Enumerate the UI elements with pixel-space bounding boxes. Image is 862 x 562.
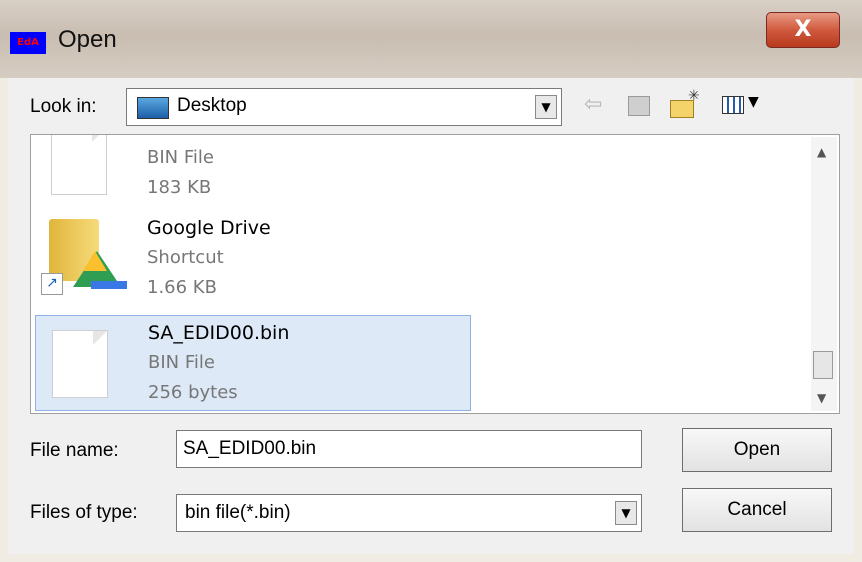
close-button[interactable]: X: [766, 12, 840, 48]
file-icon: [51, 135, 107, 195]
list-item-selected[interactable]: SA_EDID00.bin BIN File 256 bytes: [35, 315, 471, 411]
file-type: BIN File: [148, 352, 215, 373]
file-type: BIN File: [147, 147, 214, 168]
scroll-up-icon[interactable]: ▲: [817, 145, 826, 159]
view-menu-icon[interactable]: ▼: [722, 92, 770, 120]
new-folder-icon[interactable]: ✳: [670, 88, 700, 120]
file-list[interactable]: BIN File 183 KB ↗ Google Drive Shortcut …: [30, 134, 840, 414]
list-item[interactable]: BIN File 183 KB: [35, 135, 471, 203]
google-drive-icon-yellow: [83, 251, 107, 271]
file-name: Google Drive: [147, 217, 271, 239]
cancel-button[interactable]: Cancel: [682, 488, 832, 532]
chevron-down-icon[interactable]: ▼: [615, 501, 637, 525]
file-name: SA_EDID00.bin: [148, 322, 290, 344]
vertical-scrollbar[interactable]: ▲ ▼: [811, 137, 837, 411]
file-type: Shortcut: [147, 247, 224, 268]
file-name-input[interactable]: SA_EDID00.bin: [176, 430, 642, 468]
file-type-value: bin file(*.bin): [185, 502, 291, 523]
scroll-down-icon[interactable]: ▼: [817, 391, 826, 405]
look-in-value: Desktop: [177, 95, 247, 116]
open-button[interactable]: Open: [682, 428, 832, 472]
file-size: 256 bytes: [148, 382, 238, 403]
app-icon: EdA: [10, 32, 46, 54]
title-bar[interactable]: EdA Open X: [0, 0, 862, 78]
file-name-label: File name:: [30, 440, 119, 461]
file-icon: [52, 330, 108, 398]
desktop-icon: [137, 97, 169, 119]
chevron-down-icon[interactable]: ▼: [535, 95, 557, 119]
look-in-label: Look in:: [30, 96, 97, 117]
file-type-dropdown[interactable]: bin file(*.bin) ▼: [176, 494, 642, 532]
google-drive-icon-blue: [91, 281, 127, 289]
shortcut-arrow-icon: ↗: [41, 273, 63, 295]
scroll-thumb[interactable]: [813, 351, 833, 379]
open-dialog: EdA Open X Look in: Desktop ▼ ⇦ ✳ ▼ BIN …: [0, 0, 862, 562]
up-folder-icon[interactable]: [626, 92, 652, 120]
look-in-dropdown[interactable]: Desktop ▼: [126, 88, 562, 126]
back-arrow-icon[interactable]: ⇦: [584, 92, 610, 120]
file-type-label: Files of type:: [30, 502, 138, 523]
window-title: Open: [58, 26, 117, 53]
file-size: 1.66 KB: [147, 277, 217, 298]
list-item[interactable]: ↗ Google Drive Shortcut 1.66 KB: [35, 211, 471, 307]
file-size: 183 KB: [147, 177, 212, 198]
